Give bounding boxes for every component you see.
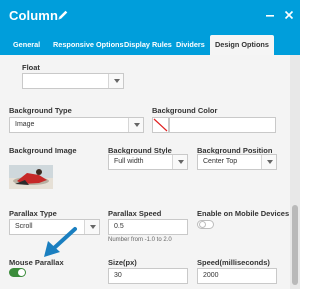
background-color-swatch[interactable] — [152, 117, 169, 133]
parallax-speed-hint: Number from -1.0 to 2.0 — [108, 237, 172, 243]
scrollbar[interactable] — [290, 55, 300, 289]
tab-responsive-options[interactable]: Responsive Options — [53, 35, 124, 55]
speed-label: Speed(milliseconds) — [197, 258, 270, 267]
chevron-down-icon — [172, 155, 187, 169]
size-label: Size(px) — [108, 258, 137, 267]
tab-dividers[interactable]: Dividers — [176, 35, 205, 55]
chevron-down-icon — [108, 74, 123, 88]
background-style-value: Full width — [114, 158, 144, 165]
speed-input[interactable]: 2000 — [197, 268, 277, 284]
toggle-knob — [199, 221, 206, 228]
background-style-select[interactable]: Full width — [108, 154, 188, 170]
background-image-label: Background Image — [9, 146, 77, 155]
mouse-parallax-toggle[interactable] — [9, 268, 26, 277]
chevron-down-icon — [261, 155, 276, 169]
no-color-icon — [153, 118, 168, 132]
tab-design-options[interactable]: Design Options — [210, 35, 274, 55]
background-type-label: Background Type — [9, 106, 72, 115]
tab-bar: General Responsive Options Display Rules… — [0, 32, 300, 55]
dialog-title: Column — [9, 8, 58, 23]
parallax-speed-input[interactable]: 0.5 — [108, 219, 188, 235]
background-color-label: Background Color — [152, 106, 218, 115]
background-type-value: Image — [15, 121, 35, 128]
size-input[interactable]: 30 — [108, 268, 188, 284]
parallax-speed-value: 0.5 — [114, 223, 124, 230]
annotation-arrow-icon — [44, 227, 77, 257]
minimize-icon[interactable] — [264, 9, 276, 21]
edit-pencil-icon[interactable] — [57, 9, 69, 21]
float-select[interactable] — [22, 73, 124, 89]
background-position-select[interactable]: Center Top — [197, 154, 277, 170]
chevron-down-icon — [128, 118, 143, 132]
parallax-type-label: Parallax Type — [9, 209, 57, 218]
background-image-thumbnail[interactable] — [9, 165, 53, 189]
dialog-header: Column — [0, 0, 300, 32]
background-type-select[interactable]: Image — [9, 117, 144, 133]
mouse-parallax-label: Mouse Parallax — [9, 258, 64, 267]
scrollbar-thumb[interactable] — [292, 205, 298, 285]
size-value: 30 — [114, 272, 122, 279]
toggle-knob — [18, 269, 25, 276]
chevron-down-icon — [84, 220, 99, 234]
background-position-value: Center Top — [203, 158, 238, 165]
close-icon[interactable] — [283, 9, 295, 21]
background-color-input[interactable] — [169, 117, 276, 133]
enable-mobile-toggle[interactable] — [197, 220, 214, 229]
enable-mobile-label: Enable on Mobile Devices — [197, 209, 290, 218]
tab-general[interactable]: General — [13, 35, 40, 55]
tab-display-rules[interactable]: Display Rules — [124, 35, 172, 55]
speed-value: 2000 — [203, 272, 219, 279]
float-label: Float — [22, 63, 40, 72]
parallax-speed-label: Parallax Speed — [108, 209, 162, 218]
parallax-type-value: Scroll — [15, 223, 33, 230]
